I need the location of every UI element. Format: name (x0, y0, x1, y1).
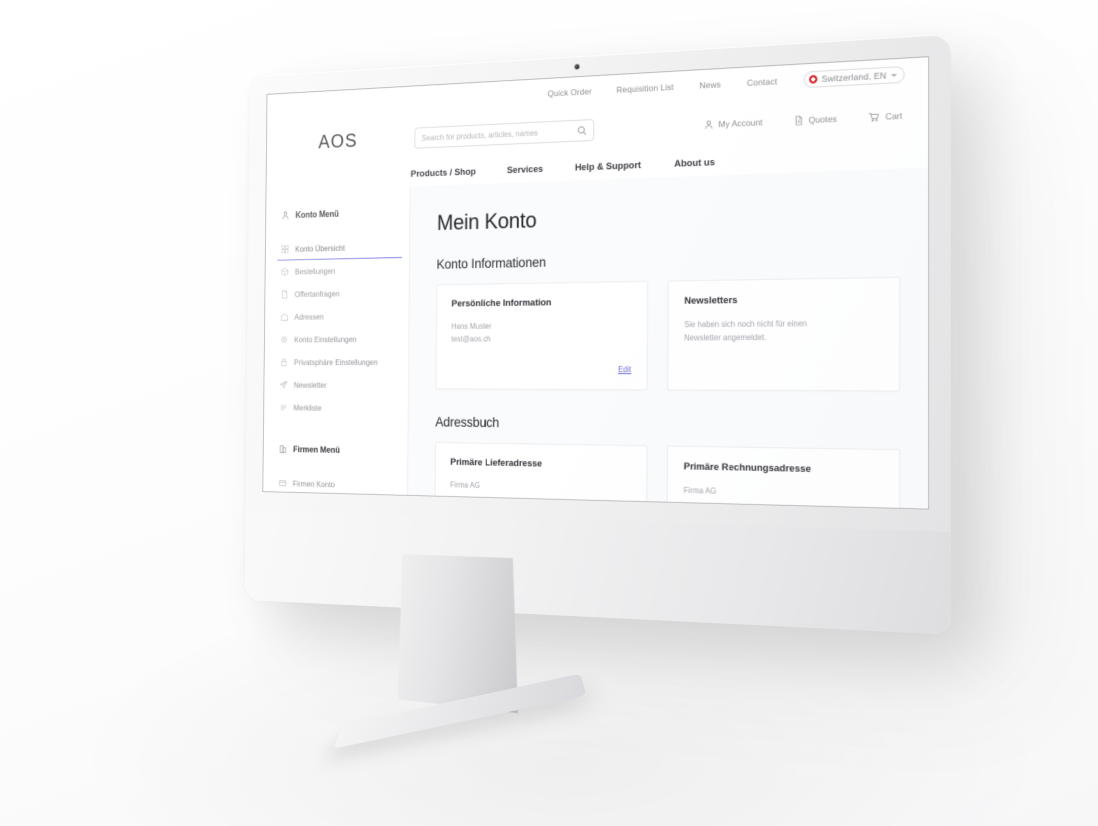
konto-informationen-cards: Persönliche Information Hans Muster test… (436, 277, 901, 392)
card-title: Persönliche Information (451, 296, 631, 309)
search-input[interactable] (422, 126, 578, 142)
sidebar-item-label: Merkliste (293, 403, 321, 412)
sidebar-item-privatsphaere-einstellungen[interactable]: Privatsphäre Einstellungen (264, 351, 408, 374)
grid-icon (281, 244, 289, 254)
screen: Quick Order Requisition List News Contac… (262, 56, 929, 510)
sidebar-item-label: Konto Einstellungen (294, 335, 356, 344)
cart-label: Cart (885, 110, 902, 121)
sidebar-item-label: Adressen (294, 312, 323, 321)
gear-icon (280, 335, 289, 344)
locale-selector[interactable]: Switzerland, EN (804, 66, 905, 88)
nav-item-about-us[interactable]: About us (674, 157, 715, 170)
sidebar-item-bestellungen[interactable]: Bestellungen (265, 258, 409, 284)
main-content: Mein Konto Konto Informationen Persönlic… (408, 168, 928, 509)
send-icon (279, 380, 288, 389)
utility-item-requisition-list[interactable]: Requisition List (616, 82, 673, 95)
card-persoenliche-information: Persönliche Information Hans Muster test… (436, 281, 649, 390)
sidebar-item-konto-uebersicht[interactable]: Konto Übersicht (266, 235, 410, 261)
my-account-label: My Account (718, 117, 762, 129)
card-line-name: Hans Muster (451, 320, 631, 334)
sidebar-group-label: Konto Menü (295, 209, 338, 220)
list-icon (279, 403, 288, 413)
card-line-company: Firma AG (684, 485, 882, 503)
account-nav: My Account Quotes Cart (703, 109, 928, 130)
edit-link[interactable]: Edit (618, 365, 631, 374)
sidebar-item-konto-einstellungen[interactable]: Konto Einstellungen (265, 327, 409, 351)
cart-icon (868, 111, 880, 122)
sidebar-item-label: Konto Übersicht (295, 244, 345, 254)
swiss-flag-icon (809, 75, 817, 84)
search-box[interactable] (414, 119, 594, 149)
card-line-company: Firma AG (450, 479, 631, 496)
card-line-2: Newsletter angemeldet. (684, 331, 882, 345)
quotes-link[interactable]: Quotes (793, 114, 837, 126)
user-icon (281, 211, 289, 221)
scene: Quick Order Requisition List News Contac… (0, 0, 1098, 826)
chevron-down-icon (891, 73, 897, 77)
card-line-email: test@aos.ch (451, 332, 631, 346)
page-title: Mein Konto (437, 196, 900, 236)
monitor-chin (245, 510, 952, 634)
box-icon (281, 267, 290, 277)
document-icon (280, 290, 289, 300)
quotes-label: Quotes (809, 114, 837, 126)
search-wrapper (414, 119, 594, 149)
card-footer: Edit (451, 359, 631, 377)
card-primaere-rechnungsadresse: Primäre Rechnungsadresse Firma AG (667, 446, 900, 509)
home-icon (280, 312, 289, 322)
utility-item-contact[interactable]: Contact (747, 76, 777, 88)
nav-item-help-support[interactable]: Help & Support (575, 159, 641, 173)
lock-icon (280, 357, 289, 366)
utility-item-news[interactable]: News (699, 79, 721, 90)
utility-item-quick-order[interactable]: Quick Order (547, 86, 591, 98)
search-icon[interactable] (577, 125, 587, 135)
locale-label: Switzerland, EN (822, 70, 887, 84)
sidebar-item-offertanfragen[interactable]: Offertanfragen (265, 281, 409, 306)
card-newsletters: Newsletters Sie haben sich noch nicht fü… (667, 277, 900, 392)
card-icon (278, 478, 287, 488)
account-sidebar: Konto Menü Konto Übersicht Bestellungen … (263, 186, 410, 494)
nav-item-products-shop[interactable]: Products / Shop (411, 166, 476, 179)
document-icon (793, 115, 803, 126)
body-area: Konto Menü Konto Übersicht Bestellungen … (263, 168, 928, 509)
section-title-adressbuch: Adressbuch (435, 415, 900, 436)
sidebar-item-merkliste[interactable]: Merkliste (264, 396, 408, 420)
imac-monitor: Quick Order Requisition List News Contac… (245, 34, 952, 635)
sidebar-item-label: Firmen Konto (293, 479, 335, 489)
cart-link[interactable]: Cart (868, 110, 902, 122)
logo[interactable]: AOS (267, 127, 411, 155)
sidebar-item-label: Offertanfragen (295, 289, 340, 298)
sidebar-item-adressen[interactable]: Adressen (265, 304, 409, 328)
sidebar-item-label: Newsletter (294, 381, 327, 390)
sidebar-item-newsletter[interactable]: Newsletter (264, 373, 408, 396)
user-icon (703, 119, 713, 130)
sidebar-item-label: Privatsphäre Einstellungen (294, 358, 378, 367)
nav-item-services[interactable]: Services (507, 163, 543, 175)
card-title: Primäre Lieferadresse (450, 457, 631, 471)
sidebar-group-label: Firmen Menü (293, 445, 340, 455)
section-title-konto-informationen: Konto Informationen (437, 247, 901, 272)
monitor-stand-neck (398, 554, 518, 713)
sidebar-item-label: Bestellungen (295, 267, 335, 276)
building-icon (279, 444, 288, 454)
